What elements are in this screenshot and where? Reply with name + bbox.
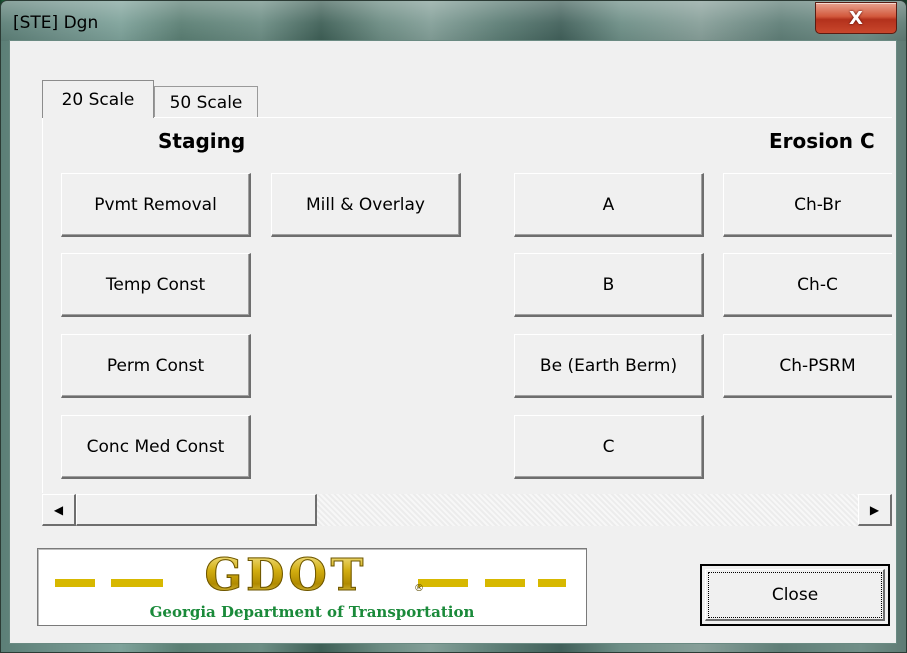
title-bar[interactable]: [STE] Dgn: [1, 1, 906, 41]
horizontal-scrollbar[interactable]: ◀ ▶: [42, 493, 892, 527]
tab-label: 20 Scale: [61, 89, 135, 110]
close-icon: X: [849, 7, 863, 29]
erosion-c-button[interactable]: C: [514, 415, 704, 479]
erosion-ch-c-button[interactable]: Ch-C: [723, 253, 892, 317]
gdot-logo: GDOT ® Georgia Department of Transportat…: [37, 548, 587, 626]
mill-overlay-button[interactable]: Mill & Overlay: [271, 173, 461, 237]
tab-20-scale[interactable]: 20 Scale: [42, 80, 154, 118]
close-button-label: Close: [771, 585, 819, 605]
scroll-left-button[interactable]: ◀: [42, 494, 76, 526]
arrow-left-icon: ◀: [53, 502, 64, 517]
scrollbar-thumb[interactable]: [76, 494, 317, 526]
logo-stripe: [55, 579, 95, 587]
temp-const-button[interactable]: Temp Const: [61, 253, 251, 317]
window-title: [STE] Dgn: [13, 13, 99, 33]
conc-med-const-button[interactable]: Conc Med Const: [61, 415, 251, 479]
logo-wordmark: GDOT: [159, 549, 413, 601]
erosion-ch-br-button[interactable]: Ch-Br: [723, 173, 892, 237]
erosion-b-button[interactable]: B: [514, 253, 704, 317]
logo-stripe: [538, 579, 566, 587]
close-button[interactable]: Close: [700, 564, 890, 626]
staging-heading: Staging: [158, 129, 246, 153]
erosion-heading: Erosion C: [769, 129, 875, 153]
logo-stripe: [111, 579, 163, 587]
scrollbar-track[interactable]: [317, 494, 858, 526]
tab-panel-20-scale: Staging Erosion C Pvmt Removal Mill & Ov…: [42, 117, 892, 527]
scroll-right-button[interactable]: ▶: [858, 494, 892, 526]
erosion-ch-psrm-button[interactable]: Ch-PSRM: [723, 334, 892, 398]
perm-const-button[interactable]: Perm Const: [61, 334, 251, 398]
logo-stripe: [485, 579, 525, 587]
tab-label: 50 Scale: [169, 92, 243, 113]
logo-subtitle: Georgia Department of Transportation: [149, 603, 475, 621]
erosion-a-button[interactable]: A: [514, 173, 704, 237]
pvmt-removal-button[interactable]: Pvmt Removal: [61, 173, 251, 237]
erosion-be-button[interactable]: Be (Earth Berm): [514, 334, 704, 398]
tab-50-scale[interactable]: 50 Scale: [154, 86, 258, 118]
registered-mark: ®: [414, 583, 424, 594]
arrow-right-icon: ▶: [869, 502, 880, 517]
logo-stripe: [418, 579, 468, 587]
window-close-button[interactable]: X: [815, 2, 897, 34]
